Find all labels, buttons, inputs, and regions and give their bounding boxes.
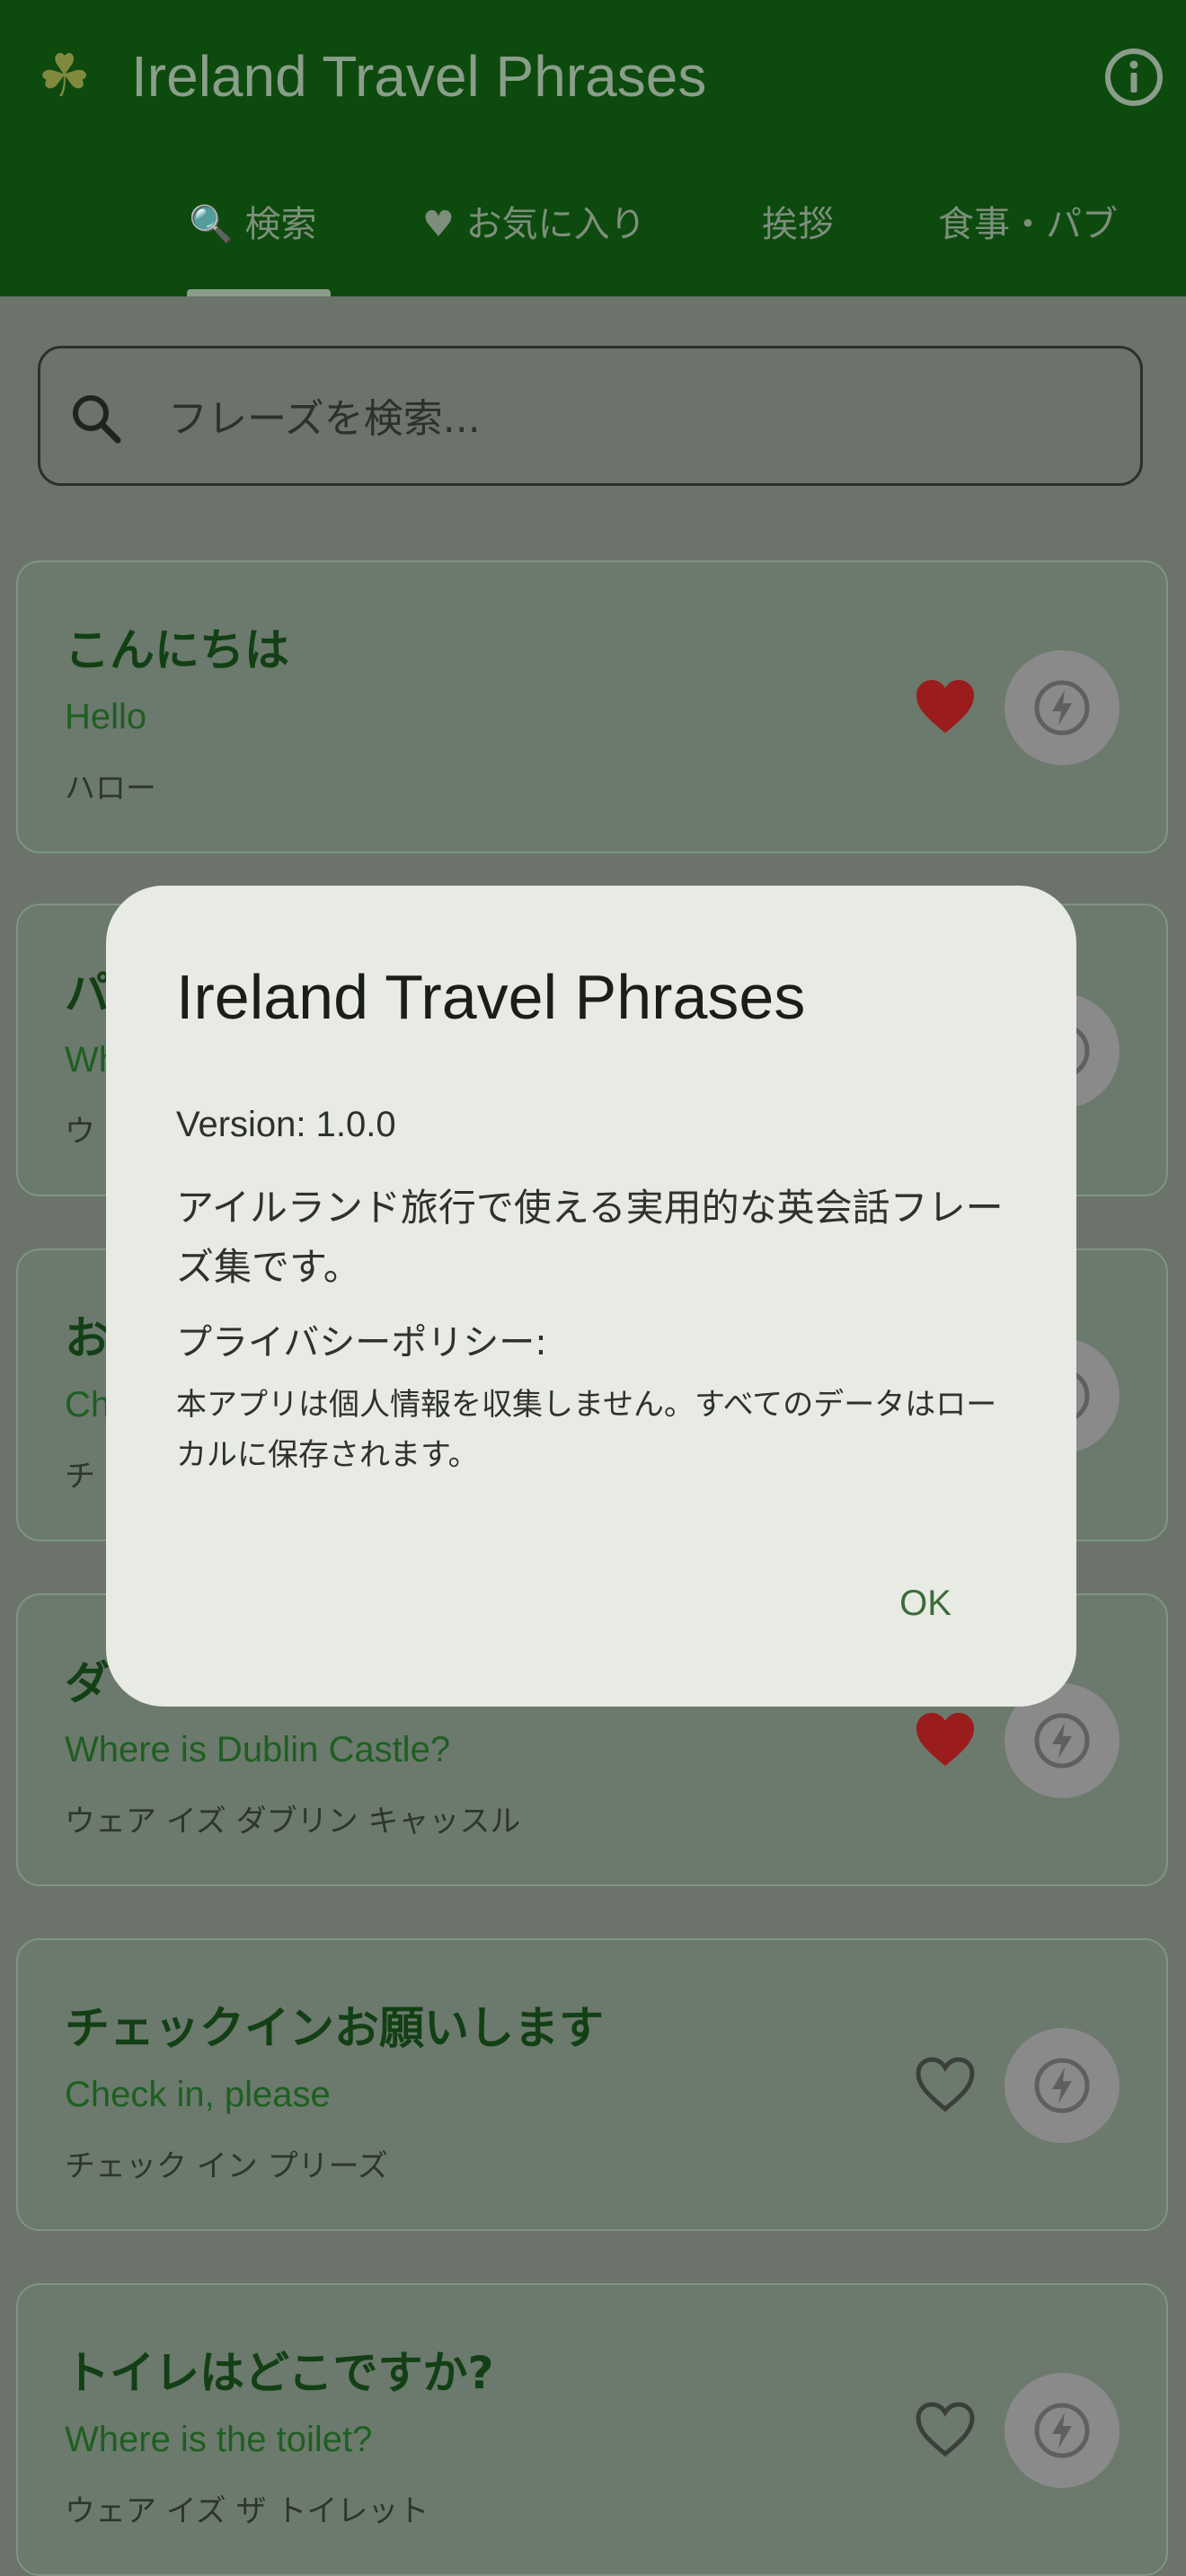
- ok-button[interactable]: OK: [872, 1565, 979, 1642]
- phrase-pronunciation: ウ: [65, 1114, 95, 1150]
- dialog-title: Ireland Travel Phrases: [176, 962, 806, 1032]
- phrase-japanese: お: [65, 1312, 110, 1364]
- tab-favorites[interactable]: ♥ お気に入り: [422, 180, 646, 269]
- favorite-button[interactable]: [913, 2053, 978, 2118]
- favorite-button[interactable]: [913, 675, 978, 740]
- search-input[interactable]: [168, 375, 1102, 462]
- phrase-card[interactable]: こんにちは Hello ハロー: [16, 560, 1168, 853]
- phrase-japanese: チェックインお願いします: [65, 2002, 604, 2054]
- heart-filled-icon: [916, 680, 974, 733]
- search-field[interactable]: [38, 346, 1143, 486]
- app-title: Ireland Travel Phrases: [131, 44, 707, 109]
- phrase-pronunciation: ウェア イズ ダブリン キャッスル: [65, 1804, 521, 1839]
- phrase-english: Check in, please: [65, 2075, 331, 2114]
- heart-filled-icon: [916, 1713, 974, 1766]
- about-dialog: Ireland Travel Phrases Version: 1.0.0 アイ…: [106, 886, 1076, 1707]
- favorite-button[interactable]: [913, 1708, 978, 1773]
- shamrock-icon: ☘: [38, 41, 92, 110]
- tab-food-pub[interactable]: 食事・パブ: [938, 180, 1118, 269]
- bolt-icon: [1034, 1713, 1090, 1769]
- speak-button[interactable]: [1005, 650, 1120, 765]
- phrase-english: Where is the toilet?: [65, 2420, 373, 2459]
- privacy-policy-title: プライバシーポリシー:: [176, 1322, 547, 1363]
- heart-outline-icon: [916, 2057, 975, 2113]
- phrase-pronunciation: チェック イン プリーズ: [65, 2148, 388, 2184]
- bolt-icon: [1034, 2403, 1090, 2458]
- phrase-pronunciation: ハロー: [65, 771, 156, 807]
- search-icon: [73, 395, 121, 444]
- speak-button[interactable]: [1005, 2373, 1120, 2488]
- heart-outline-icon: [916, 2402, 975, 2457]
- phrase-japanese: こんにちは: [65, 624, 289, 676]
- tab-greetings[interactable]: 挨拶: [762, 180, 834, 269]
- tab-bar: 🔍 検索 ♥ お気に入り 挨拶 食事・パブ: [0, 180, 1186, 296]
- privacy-policy-text: 本アプリは個人情報を収集しません。すべてのデータはローカルに保存されます。: [176, 1387, 997, 1473]
- phrase-english: Hello: [65, 697, 147, 737]
- bolt-icon: [1034, 680, 1090, 736]
- speak-button[interactable]: [1005, 2028, 1120, 2143]
- phrase-english: Ch: [65, 1385, 111, 1425]
- bolt-icon: [1034, 2058, 1090, 2113]
- phrase-card[interactable]: トイレはどこですか? Where is the toilet? ウェア イズ ザ…: [16, 2283, 1168, 2576]
- version-text: Version: 1.0.0: [176, 1105, 396, 1144]
- app-description: アイルランド旅行で使える実用的な英会話フレーズ集です。: [176, 1186, 1004, 1289]
- info-icon: [1105, 49, 1163, 106]
- phrase-pronunciation: ウェア イズ ザ トイレット: [65, 2493, 429, 2529]
- favorite-button[interactable]: [913, 2398, 978, 2463]
- phrase-japanese: パ: [65, 967, 110, 1019]
- tab-search[interactable]: 🔍 検索: [189, 180, 317, 269]
- info-button[interactable]: [1102, 45, 1166, 110]
- phrase-english: Where is Dublin Castle?: [65, 1730, 451, 1769]
- phrase-japanese: トイレはどこですか?: [65, 2347, 494, 2399]
- phrase-card[interactable]: チェックインお願いします Check in, please チェック イン プリ…: [16, 1938, 1168, 2231]
- phrase-japanese: ダ: [65, 1657, 110, 1709]
- tab-indicator: [187, 289, 331, 296]
- app-bar: ☘ Ireland Travel Phrases 🔍 検索 ♥ お気に入り 挨拶…: [0, 0, 1186, 296]
- phrase-pronunciation: チ: [65, 1459, 95, 1495]
